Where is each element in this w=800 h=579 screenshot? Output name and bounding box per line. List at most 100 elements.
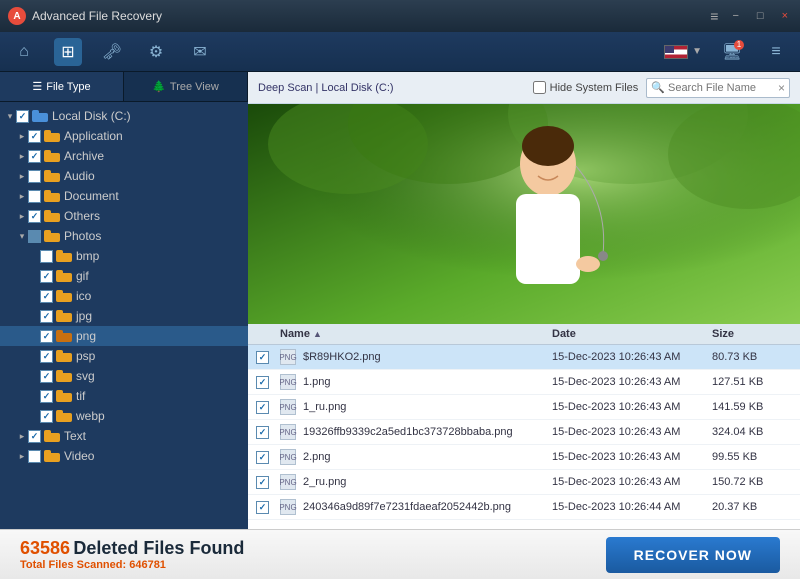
tree-root[interactable]: ▾ Local Disk (C:) xyxy=(0,106,248,126)
hide-system-files-control[interactable]: Hide System Files xyxy=(533,81,639,94)
document-folder-icon xyxy=(44,190,60,202)
file-name-3: 19326ffb9339c2a5ed1bc373728bbaba.png xyxy=(303,426,513,438)
svg-checkbox[interactable] xyxy=(40,370,53,383)
others-expand-icon[interactable]: ▸ xyxy=(16,211,28,222)
sidebar-item-ico[interactable]: ico xyxy=(0,286,248,306)
file-date-5: 15-Dec-2023 10:26:43 AM xyxy=(552,476,712,488)
gif-checkbox[interactable] xyxy=(40,270,53,283)
jpg-checkbox[interactable] xyxy=(40,310,53,323)
document-checkbox[interactable] xyxy=(28,190,41,203)
sidebar: ☰ File Type 🌲 Tree View ▾ Local Disk (C:… xyxy=(0,72,248,529)
scan-button[interactable]: ⊞ xyxy=(54,38,82,66)
sidebar-tree: ▾ Local Disk (C:) ▸ Application ▸ Archiv… xyxy=(0,102,248,529)
sidebar-item-png[interactable]: png xyxy=(0,326,248,346)
video-checkbox[interactable] xyxy=(28,450,41,463)
application-checkbox[interactable] xyxy=(28,130,41,143)
audio-expand-icon[interactable]: ▸ xyxy=(16,171,28,182)
search-input[interactable] xyxy=(668,82,778,94)
file-checkbox-6[interactable] xyxy=(256,501,269,514)
close-button[interactable]: × xyxy=(778,10,792,22)
settings-button[interactable]: ⚙ xyxy=(142,38,170,66)
archive-label: Archive xyxy=(64,149,104,163)
file-row[interactable]: PNG $R89HKO2.png 15-Dec-2023 10:26:43 AM… xyxy=(248,345,800,370)
sidebar-item-others[interactable]: ▸ Others xyxy=(0,206,248,226)
menu-icon[interactable]: ≡ xyxy=(710,8,718,24)
file-row[interactable]: PNG 19326ffb9339c2a5ed1bc373728bbaba.png… xyxy=(248,420,800,445)
archive-expand-icon[interactable]: ▸ xyxy=(16,151,28,162)
archive-checkbox[interactable] xyxy=(28,150,41,163)
sidebar-item-jpg[interactable]: jpg xyxy=(0,306,248,326)
bmp-checkbox[interactable] xyxy=(40,250,53,263)
photos-expand-icon[interactable]: ▾ xyxy=(16,231,28,242)
file-row[interactable]: PNG 2_ru.png 15-Dec-2023 10:26:43 AM 150… xyxy=(248,470,800,495)
hide-system-files-checkbox[interactable] xyxy=(533,81,546,94)
file-row[interactable]: PNG 1_ru.png 15-Dec-2023 10:26:43 AM 141… xyxy=(248,395,800,420)
sidebar-item-photos[interactable]: ▾ Photos xyxy=(0,226,248,246)
document-expand-icon[interactable]: ▸ xyxy=(16,191,28,202)
sidebar-item-tif[interactable]: tif xyxy=(0,386,248,406)
tab-file-type[interactable]: ☰ File Type xyxy=(0,72,124,101)
recover-now-button[interactable]: RECOVER NOW xyxy=(606,537,780,573)
sidebar-item-bmp[interactable]: bmp xyxy=(0,246,248,266)
psp-checkbox[interactable] xyxy=(40,350,53,363)
audio-checkbox[interactable] xyxy=(28,170,41,183)
file-checkbox-5[interactable] xyxy=(256,476,269,489)
title-bar-controls: ≡ − □ × xyxy=(710,8,792,24)
sidebar-item-application[interactable]: ▸ Application xyxy=(0,126,248,146)
file-name-6: 240346a9d89f7e7231fdaeaf2052442b.png xyxy=(303,501,511,513)
root-label: Local Disk (C:) xyxy=(52,109,131,123)
tif-checkbox[interactable] xyxy=(40,390,53,403)
ico-checkbox[interactable] xyxy=(40,290,53,303)
sidebar-item-archive[interactable]: ▸ Archive xyxy=(0,146,248,166)
search-box[interactable]: 🔍 × xyxy=(646,78,790,98)
sidebar-item-svg[interactable]: svg xyxy=(0,366,248,386)
file-row[interactable]: PNG 2.png 15-Dec-2023 10:26:43 AM 99.55 … xyxy=(248,445,800,470)
root-checkbox[interactable] xyxy=(16,110,29,123)
col-header-date[interactable]: Date xyxy=(552,328,712,340)
file-checkbox-4[interactable] xyxy=(256,451,269,464)
sidebar-item-gif[interactable]: gif xyxy=(0,266,248,286)
sidebar-item-webp[interactable]: webp xyxy=(0,406,248,426)
file-checkbox-2[interactable] xyxy=(256,401,269,414)
file-size-6: 20.37 KB xyxy=(712,501,792,513)
file-list: Name ▲ Date Size PNG $R89HKO2.png 15-Dec… xyxy=(248,324,800,529)
text-expand-icon[interactable]: ▸ xyxy=(16,431,28,442)
file-checkbox-1[interactable] xyxy=(256,376,269,389)
col-header-name[interactable]: Name ▲ xyxy=(280,328,552,340)
key-button[interactable]: 🗝 xyxy=(98,38,126,66)
file-row[interactable]: PNG 1.png 15-Dec-2023 10:26:43 AM 127.51… xyxy=(248,370,800,395)
others-checkbox[interactable] xyxy=(28,210,41,223)
webp-checkbox[interactable] xyxy=(40,410,53,423)
sidebar-item-audio[interactable]: ▸ Audio xyxy=(0,166,248,186)
maximize-button[interactable]: □ xyxy=(753,10,768,22)
application-folder-icon xyxy=(44,130,60,142)
language-selector[interactable]: ▼ xyxy=(664,45,702,59)
title-bar: A Advanced File Recovery ≡ − □ × xyxy=(0,0,800,32)
file-row[interactable]: PNG 240346a9d89f7e7231fdaeaf2052442b.png… xyxy=(248,495,800,520)
sidebar-item-video[interactable]: ▸ Video xyxy=(0,446,248,466)
file-type-icon-2: PNG xyxy=(280,399,296,415)
photos-checkbox[interactable] xyxy=(28,230,41,243)
home-button[interactable]: ⌂ xyxy=(10,38,38,66)
application-expand-icon[interactable]: ▸ xyxy=(16,131,28,142)
notification-button[interactable]: 🖥 1 xyxy=(718,38,746,66)
search-clear-button[interactable]: × xyxy=(778,81,785,95)
minimize-button[interactable]: − xyxy=(728,10,742,22)
email-button[interactable]: ✉ xyxy=(186,38,214,66)
png-folder-icon xyxy=(56,330,72,342)
file-date-6: 15-Dec-2023 10:26:44 AM xyxy=(552,501,712,513)
sidebar-item-text[interactable]: ▸ Text xyxy=(0,426,248,446)
png-checkbox[interactable] xyxy=(40,330,53,343)
video-expand-icon[interactable]: ▸ xyxy=(16,451,28,462)
ico-label: ico xyxy=(76,289,91,303)
sidebar-item-document[interactable]: ▸ Document xyxy=(0,186,248,206)
col-header-size[interactable]: Size xyxy=(712,328,792,340)
hamburger-menu[interactable]: ≡ xyxy=(762,38,790,66)
file-checkbox-3[interactable] xyxy=(256,426,269,439)
sidebar-item-psp[interactable]: psp xyxy=(0,346,248,366)
file-date-2: 15-Dec-2023 10:26:43 AM xyxy=(552,401,712,413)
tab-tree-view[interactable]: 🌲 Tree View xyxy=(124,72,248,101)
text-checkbox[interactable] xyxy=(28,430,41,443)
root-expand-icon[interactable]: ▾ xyxy=(4,111,16,122)
file-checkbox-0[interactable] xyxy=(256,351,269,364)
